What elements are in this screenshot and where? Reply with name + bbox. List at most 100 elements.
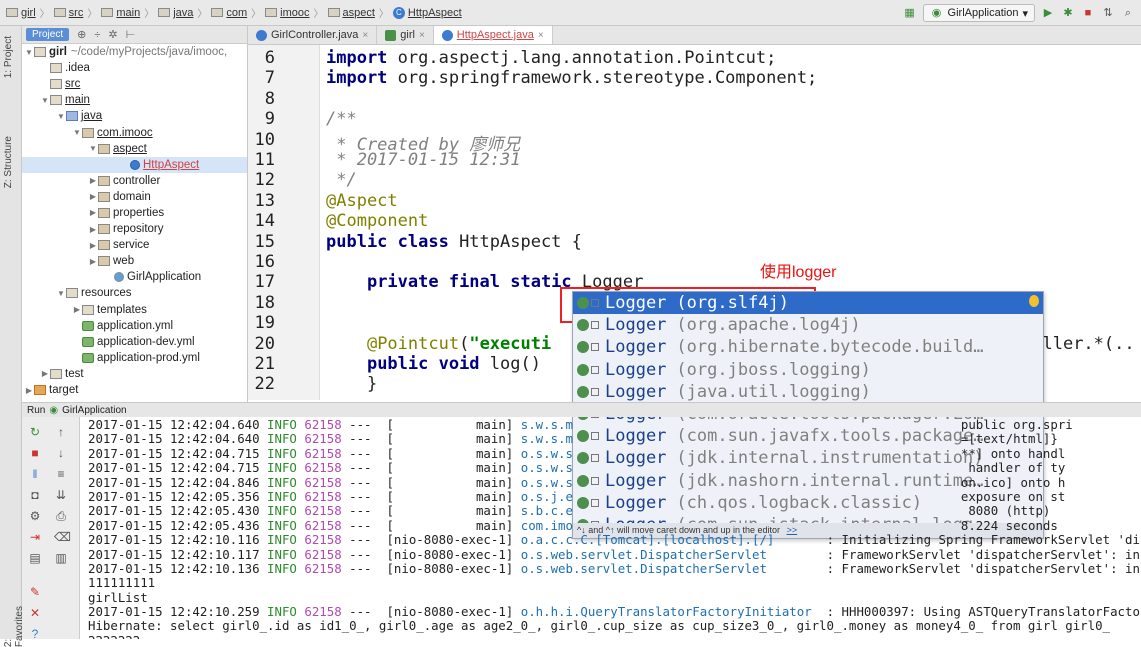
- editor-tab[interactable]: girl ×: [377, 26, 434, 44]
- breadcrumb-item[interactable]: main 〉: [101, 5, 154, 20]
- pin-icon[interactable]: ✎: [28, 585, 42, 599]
- settings-icon[interactable]: ⚙: [28, 509, 42, 523]
- tree-item[interactable]: ▶ target: [22, 382, 247, 398]
- target-icon[interactable]: ⊕: [77, 28, 86, 41]
- completion-item[interactable]: Logger (org.jboss.logging): [573, 359, 1043, 381]
- stop-icon[interactable]: ■: [1081, 6, 1095, 20]
- clear-icon[interactable]: ⌫: [54, 530, 71, 544]
- collapse-icon[interactable]: ▶: [88, 225, 98, 234]
- completion-item[interactable]: Logger (org.hibernate.bytecode.build…: [573, 336, 1043, 358]
- expand-icon[interactable]: ▼: [40, 96, 50, 105]
- exit-icon[interactable]: ⇥: [28, 530, 42, 544]
- collapse-icon[interactable]: ÷: [94, 29, 100, 41]
- maven-icon: [385, 29, 397, 41]
- completion-item[interactable]: Logger (java.util.logging): [573, 381, 1043, 403]
- completion-item[interactable]: Logger (org.slf4j): [573, 292, 1043, 315]
- breadcrumb-label: imooc: [280, 6, 310, 19]
- dump-icon[interactable]: ◘: [28, 488, 42, 502]
- down-icon[interactable]: ↓: [54, 446, 68, 460]
- collapse-icon[interactable]: ▶: [88, 241, 98, 250]
- line-number: 18: [254, 292, 275, 313]
- tree-item[interactable]: application-prod.yml: [22, 350, 247, 366]
- breadcrumb-item[interactable]: java 〉: [158, 5, 207, 20]
- log-timestamp: 2017-01-15 12:42:10.116: [88, 532, 260, 548]
- tree-item[interactable]: .idea: [22, 60, 247, 76]
- close-icon[interactable]: ×: [362, 30, 368, 41]
- build-icon[interactable]: ▦: [903, 6, 917, 20]
- gear-icon[interactable]: ✲: [108, 28, 117, 41]
- editor-tab[interactable]: HttpAspect.java ×: [433, 26, 553, 44]
- tree-item[interactable]: ▼ java: [22, 108, 247, 124]
- run-config-select[interactable]: ◉ GirlApplication ▾: [922, 4, 1035, 22]
- expand-icon[interactable]: ▼: [56, 112, 66, 121]
- expand-icon[interactable]: ▼: [24, 48, 34, 57]
- console-output[interactable]: 2017-01-15 12:42:04.640 INFO 62158 --- […: [88, 417, 1141, 639]
- pause-icon[interactable]: ‖: [28, 467, 42, 481]
- tree-item[interactable]: ▶ properties: [22, 205, 247, 221]
- up-icon[interactable]: ↑: [54, 425, 68, 439]
- log-pid: 62158: [304, 604, 342, 620]
- debug-icon[interactable]: ✱: [1061, 6, 1075, 20]
- close-icon[interactable]: ×: [419, 30, 425, 41]
- editor-tab[interactable]: GirlController.java ×: [248, 26, 378, 44]
- expand-icon[interactable]: ▼: [56, 289, 66, 298]
- scroll-end-icon[interactable]: ⇊: [54, 488, 68, 502]
- trash-icon[interactable]: ▥: [54, 551, 68, 565]
- collapse-icon[interactable]: ▶: [88, 208, 98, 217]
- expand-icon[interactable]: ▼: [88, 144, 98, 153]
- breadcrumb-item[interactable]: com 〉: [211, 5, 261, 20]
- expand-icon[interactable]: ▼: [72, 128, 82, 137]
- tree-item[interactable]: src: [22, 76, 247, 92]
- tab-project[interactable]: 1: Project: [3, 36, 14, 78]
- breadcrumb-item[interactable]: imooc 〉: [265, 5, 324, 20]
- breadcrumb-item[interactable]: src 〉: [53, 5, 97, 20]
- vcs-icon[interactable]: ⇅: [1101, 6, 1115, 20]
- search-icon[interactable]: ⌕: [1121, 6, 1135, 20]
- breadcrumb-item[interactable]: C HttpAspect: [392, 6, 462, 19]
- tree-item[interactable]: ▼ main: [22, 92, 247, 108]
- rerun-icon[interactable]: ↻: [28, 425, 42, 439]
- print-icon[interactable]: ⎙: [54, 509, 68, 523]
- tree-item[interactable]: ▶ service: [22, 237, 247, 253]
- stop-icon[interactable]: ■: [28, 446, 42, 460]
- wrap-icon[interactable]: ≡: [54, 467, 68, 481]
- collapse-icon[interactable]: ▶: [24, 386, 34, 395]
- tree-item[interactable]: ▶ web: [22, 253, 247, 269]
- close-icon[interactable]: ✕: [28, 606, 42, 620]
- tree-item[interactable]: ▶ test: [22, 366, 247, 382]
- run-icon[interactable]: ▶: [1041, 6, 1055, 20]
- breadcrumb-item[interactable]: girl 〉: [6, 5, 50, 20]
- tree-item[interactable]: application.yml: [22, 318, 247, 334]
- tree-item[interactable]: ▶ domain: [22, 189, 247, 205]
- collapse-icon[interactable]: ▶: [40, 369, 50, 378]
- collapse-icon[interactable]: ▶: [72, 305, 82, 314]
- tree-item[interactable]: ▶ controller: [22, 173, 247, 189]
- folder-icon: [265, 8, 278, 17]
- tree-item[interactable]: ▶ repository: [22, 221, 247, 237]
- line-number: 12: [254, 170, 275, 191]
- tree-item[interactable]: ▼ com.imooc: [22, 124, 247, 140]
- collapse-icon[interactable]: ▶: [88, 192, 98, 201]
- tree-item[interactable]: ▶ templates: [22, 302, 247, 318]
- tree-item[interactable]: ▼ girl ~/code/myProjects/java/imooc,: [22, 44, 247, 60]
- run-panel-config[interactable]: GirlApplication: [62, 405, 126, 416]
- tree-item[interactable]: ▼ resources: [22, 285, 247, 301]
- tree-item-label: repository: [113, 223, 164, 236]
- tree-item[interactable]: HttpAspect: [22, 156, 247, 173]
- project-view-selector[interactable]: Project: [26, 28, 70, 41]
- tab-structure[interactable]: Z: Structure: [3, 136, 14, 188]
- hide-icon[interactable]: ⊢: [126, 28, 136, 41]
- folder-icon: [211, 8, 224, 17]
- close-icon[interactable]: ×: [538, 30, 544, 41]
- collapse-icon[interactable]: ▶: [88, 257, 98, 266]
- collapse-icon[interactable]: ▶: [88, 176, 98, 185]
- tree-item-label: resources: [81, 287, 132, 300]
- lightbulb-icon[interactable]: [1029, 295, 1039, 307]
- layout-icon[interactable]: ▤: [28, 551, 42, 565]
- breadcrumb-item[interactable]: aspect 〉: [327, 5, 389, 20]
- tree-item[interactable]: ▼ aspect: [22, 141, 247, 157]
- tree-item[interactable]: GirlApplication: [22, 269, 247, 285]
- log-thread: --- [ main]: [349, 503, 514, 519]
- tree-item[interactable]: application-dev.yml: [22, 334, 247, 350]
- completion-item[interactable]: Logger (org.apache.log4j): [573, 314, 1043, 336]
